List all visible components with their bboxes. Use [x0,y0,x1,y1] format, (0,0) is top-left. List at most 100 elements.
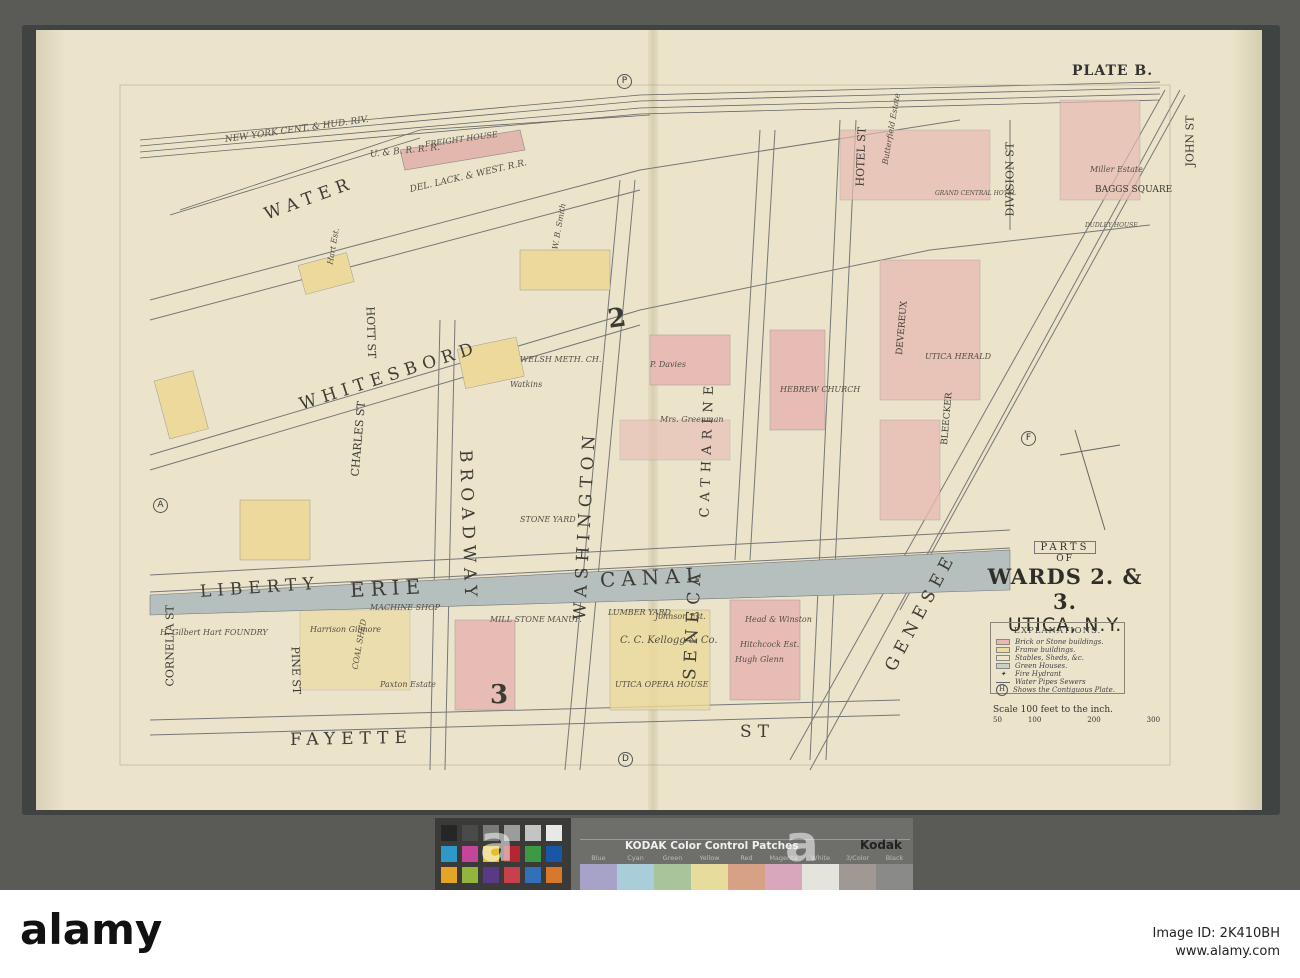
hydrant-icon: ✦ [1000,670,1006,678]
patch-bar-red [728,864,765,890]
legend-box: EXPLANATIONS. Brick or Stone buildings. … [990,622,1125,696]
scale-bar: Scale 100 feet to the inch. 50 100 200 3… [993,705,1160,724]
scale-tick: 300 [1146,716,1161,724]
map-drawing [119,81,1186,771]
patch-name: Yellow [699,854,720,862]
patch-name: Green [662,854,683,862]
legend-item: Brick or Stone buildings. [996,638,1119,646]
watermark-a-icon: a [480,815,514,873]
patch-bar-yellow [691,864,728,890]
place-utica-herald: UTICA HERALD [925,352,992,361]
watermark-url: www.alamy.com [1175,944,1280,959]
color-patch [546,825,562,841]
patch-bar-cyan [617,864,654,890]
title-wards: WARDS 2. & 3. [987,564,1143,614]
scale-tick: 100 [1027,716,1042,724]
street-label-cornelia: CORNELIA ST [163,605,177,687]
place-grand-central-hotel: GRAND CENTRAL HOTEL [935,190,1017,197]
patch-name: Cyan [627,854,644,862]
patch-name: 3/Color [845,854,870,862]
kodak-patch-names: Blue Cyan Green Yellow Red Magenta White 3/Colo… [580,854,913,862]
color-patch [441,846,457,862]
patch-bar-black [876,864,913,890]
canal-label-erie: ERIE [349,574,427,602]
stables-swatch [996,655,1010,661]
scale-tick: 50 [993,716,1002,724]
legend-item: H Shows the Contiguous Plate. [996,684,1119,696]
place-mill-stone: MILL STONE MANUF. [490,615,582,624]
ward-number-3: 3 [490,680,509,710]
place-hitchcock: Hitchcock Est. [740,640,800,649]
color-patch [525,846,541,862]
place-welsh-church: WELSH METH. CH. [520,355,602,364]
place-opera-house: UTICA OPERA HOUSE [615,680,709,689]
color-patch [441,867,457,883]
color-patch [462,846,478,862]
frame-swatch [996,647,1010,653]
title-of: OF [1056,554,1074,564]
kodak-logo: Kodak [860,838,902,852]
color-patch [525,867,541,883]
color-patch [525,825,541,841]
color-patch [546,867,562,883]
label-baggs-square: BAGGS SQUARE [1095,185,1173,195]
place-greenman: Mrs. Greenman [660,415,724,424]
place-stone-yard: STONE YARD [520,515,576,524]
patch-bar-green [654,864,691,890]
contiguous-plate-icon: H [996,684,1008,696]
legend-item: Frame buildings. [996,646,1119,654]
place-hart-foundry: H. Gilbert Hart FOUNDRY [160,628,268,637]
street-label-st: ST [740,722,775,742]
place-davies: P. Davies [650,360,686,369]
kodak-ruler [580,820,910,840]
place-hugh-glenn: Hugh Glenn [735,655,784,664]
scale-tick: 200 [1087,716,1101,724]
contiguous-plate-marker-d: D [618,752,633,767]
place-kellogg: C. C. Kellogg & Co. [620,635,718,646]
place-hebrew-church: HEBREW CHURCH [780,385,861,394]
greenhouse-swatch [996,663,1010,669]
patch-name: Red [740,854,753,862]
image-id: Image ID: 2K410BH [1152,926,1280,941]
contiguous-plate-marker-a: A [153,498,168,513]
legend-heading: EXPLANATIONS. [1013,626,1102,636]
color-patch [462,825,478,841]
legend-item: Stables, Sheds, &c. [996,654,1119,662]
place-machine-shop: MACHINE SHOP [370,603,441,612]
place-miller-estate: Miller Estate [1090,165,1143,174]
watermark-a-icon: a [785,815,819,873]
street-label-fayette: FAYETTE [289,727,414,750]
title-parts: PARTS [1033,541,1097,554]
patch-bar-3-color [839,864,876,890]
patch-name: Black [885,854,904,862]
legend-item: Green Houses. [996,662,1119,670]
place-dudley-house: DUDLEY HOUSE [1085,222,1138,229]
color-patch [462,867,478,883]
patch-bar-blue [580,864,617,890]
legend-item: ✦ Fire Hydrant [996,670,1119,678]
compass-rose-icon [1059,429,1121,531]
place-head-winston: Head & Winston [745,615,812,624]
color-patch [546,846,562,862]
pipe-line-icon [996,681,1010,683]
brick-swatch [996,639,1010,645]
street-label-division: DIVISION ST [1003,142,1017,217]
patch-name: Blue [591,854,606,862]
place-paxton: Paxton Estate [380,680,436,689]
color-patch [441,825,457,841]
street-label-john: JOHN ST [1183,115,1197,167]
watermark-footer [0,890,1300,978]
place-gilmore: Harrison Gilmore [310,625,382,634]
map-title: PARTS OF WARDS 2. & 3. UTICA, N.Y. [975,535,1155,636]
place-watkins: Watkins [510,380,543,389]
alamy-logo: alamy [20,905,163,954]
street-label-hotel: HOTEL ST [853,126,869,187]
plate-label: PLATE B. [1072,63,1154,79]
street-label-pine: PINE ST [288,646,304,695]
scale-label: Scale 100 feet to the inch. [993,705,1114,715]
contiguous-plate-marker-f: F [1021,431,1036,446]
kodak-patch-bars [580,864,913,890]
legend-item: Water Pipes Sewers [996,678,1119,686]
contiguous-plate-marker-p: P [617,74,632,89]
place-johnson-est: Johnson Est. [655,612,706,621]
